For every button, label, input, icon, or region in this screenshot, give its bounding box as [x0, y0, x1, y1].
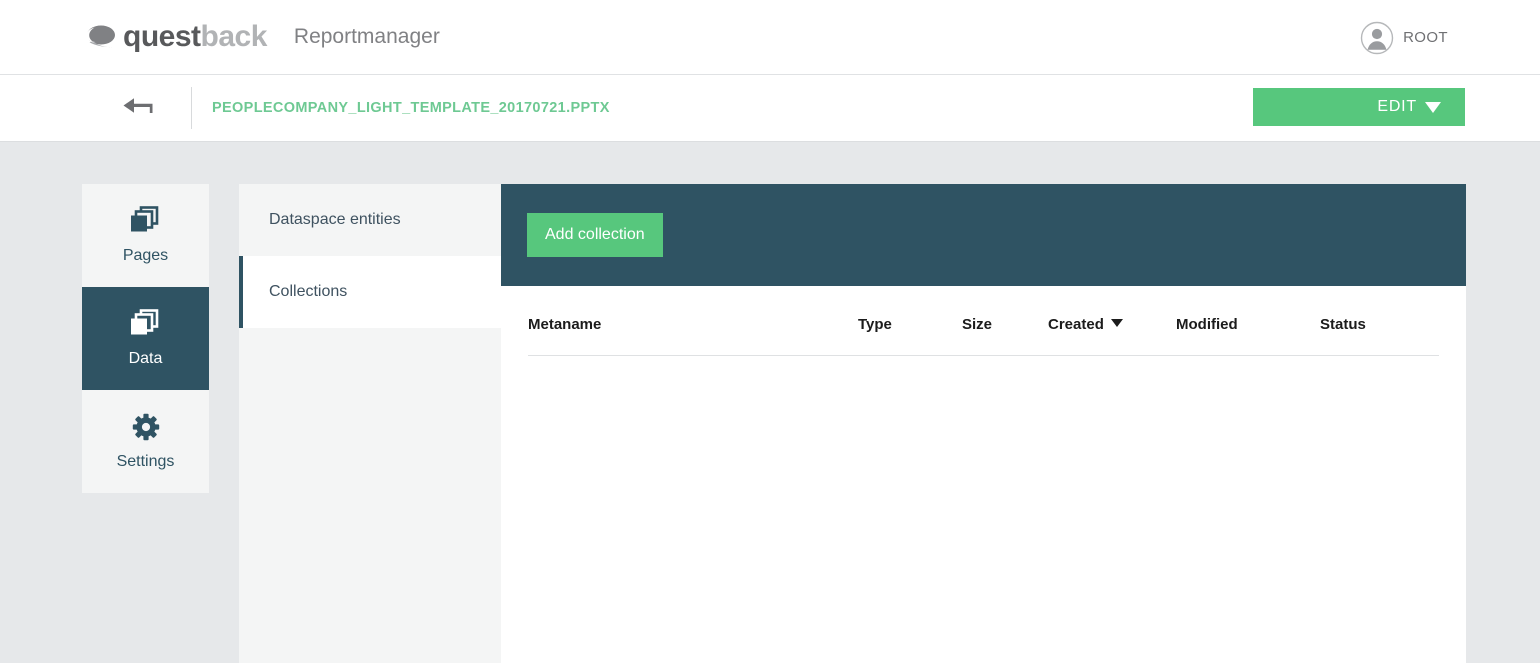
column-header-modified[interactable]: Modified — [1176, 286, 1320, 356]
gear-icon — [132, 413, 159, 441]
caret-down-icon — [1110, 319, 1123, 327]
document-title: PEOPLECOMPANY_LIGHT_TEMPLATE_20170721.PP… — [212, 100, 610, 116]
speech-bubble-icon — [86, 25, 115, 48]
subnav-item-collections[interactable]: Collections — [239, 256, 501, 328]
column-label: Modified — [1176, 316, 1238, 333]
arrow-left-icon — [123, 98, 153, 113]
top-header-bar: questback Reportmanager ROOT — [0, 0, 1540, 75]
caret-down-icon — [1425, 101, 1441, 113]
sidebar-nav: Pages Data Settings — [82, 184, 209, 493]
user-name-label: ROOT — [1403, 29, 1448, 46]
collections-toolbar: Add collection — [501, 184, 1466, 286]
collections-table-wrapper: Metaname Type Size Created Modified Stat… — [501, 286, 1466, 356]
secondary-nav: Dataspace entities Collections — [239, 184, 501, 663]
column-header-status[interactable]: Status — [1320, 286, 1439, 356]
sidebar-item-label: Pages — [122, 247, 169, 264]
sidebar-item-label: Data — [128, 350, 163, 367]
edit-button-label: EDIT — [1377, 98, 1417, 115]
sidebar-item-settings[interactable]: Settings — [82, 390, 209, 493]
column-header-size[interactable]: Size — [962, 286, 1048, 356]
sidebar-item-data[interactable]: Data — [82, 287, 209, 390]
subnav-item-label: Dataspace entities — [269, 211, 401, 228]
column-label: Type — [858, 316, 892, 333]
workspace: Pages Data Settings Dataspace entities C… — [0, 142, 1540, 663]
brand-logo[interactable]: questback — [82, 22, 267, 52]
logo-word-back: back — [200, 20, 268, 53]
sidebar-item-pages[interactable]: Pages — [82, 184, 209, 287]
edit-button[interactable]: EDIT — [1253, 88, 1465, 126]
column-header-metaname[interactable]: Metaname — [528, 286, 858, 356]
column-label: Metaname — [528, 316, 602, 333]
toolbar-divider — [191, 87, 192, 129]
sidebar-item-label: Settings — [116, 453, 175, 470]
back-button[interactable] — [120, 93, 160, 123]
user-menu[interactable]: ROOT — [1360, 0, 1448, 75]
collections-table: Metaname Type Size Created Modified Stat… — [528, 286, 1439, 356]
column-label: Created — [1048, 316, 1104, 333]
table-header: Metaname Type Size Created Modified Stat… — [528, 286, 1439, 356]
subnav-item-dataspace-entities[interactable]: Dataspace entities — [239, 184, 501, 256]
column-header-created[interactable]: Created — [1048, 286, 1176, 356]
main-content-panel: Add collection Metaname Type Size Create… — [501, 184, 1466, 663]
logo-word-quest: quest — [123, 20, 201, 53]
table-header-row: Metaname Type Size Created Modified Stat… — [528, 286, 1439, 356]
column-label: Size — [962, 316, 993, 333]
add-collection-button[interactable]: Add collection — [527, 213, 663, 257]
user-avatar-icon — [1360, 21, 1394, 54]
stacked-layers-icon — [130, 309, 158, 335]
column-label: Status — [1320, 316, 1366, 333]
stacked-layers-icon — [130, 206, 158, 232]
column-header-type[interactable]: Type — [858, 286, 962, 356]
document-toolbar: PEOPLECOMPANY_LIGHT_TEMPLATE_20170721.PP… — [0, 75, 1540, 142]
logo-wordmark: questback — [123, 22, 267, 52]
subnav-item-label: Collections — [269, 283, 348, 300]
app-title: Reportmanager — [293, 25, 440, 48]
